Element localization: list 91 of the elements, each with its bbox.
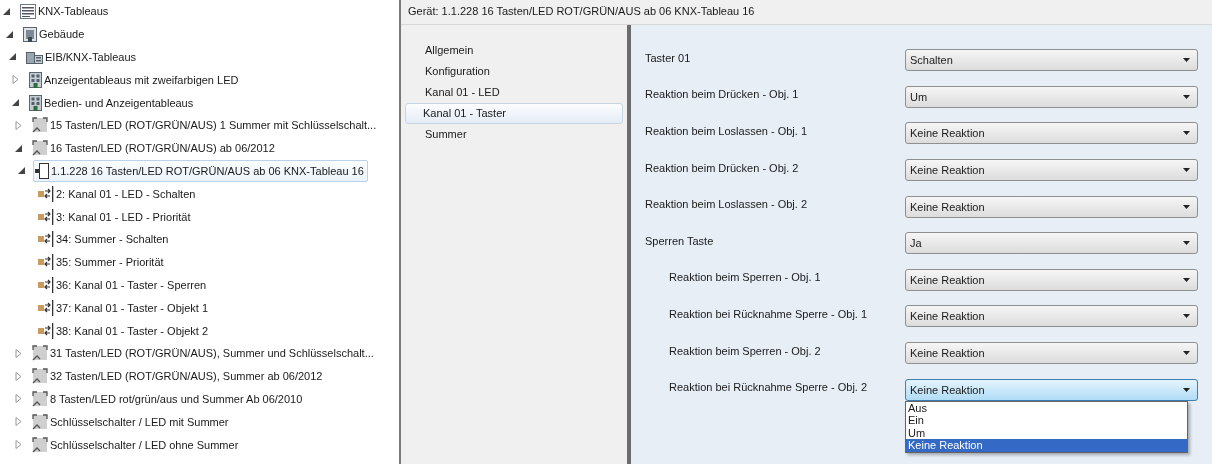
caret-icon [1183,241,1190,246]
parameter-label: Reaktion beim Sperren - Obj. 2 [668,344,821,357]
caret-icon [1183,351,1190,356]
caret-icon [1183,314,1190,319]
parameter-label: Taster 01 [645,51,691,64]
tree-item[interactable]: 2: Kanal 01 - LED - Schalten [36,182,200,205]
expanded-arrow-icon[interactable] [12,99,19,107]
parameter-label: Reaktion beim Loslassen - Obj. 1 [645,125,808,137]
tree-item[interactable]: 34: Summer - Schalten [36,228,173,251]
collapsed-arrow-icon[interactable] [15,348,22,358]
nav-item[interactable]: Kanal 01 - LED [405,82,623,103]
tree-item[interactable]: Bedien- und Anzeigentableaus [27,91,198,114]
tree-item[interactable]: KNX-Tableaus [18,0,113,23]
tree-item[interactable]: 36: Kanal 01 - Taster - Sperren [36,273,211,296]
tree-item[interactable]: 38: Kanal 01 - Taster - Objekt 2 [36,319,213,342]
product-icon [32,117,48,134]
expanded-arrow-icon[interactable] [9,53,16,61]
nav-item[interactable]: Summer [405,124,623,145]
expanded-arrow-icon[interactable] [15,144,22,152]
dropdown[interactable]: Keine Reaktion [905,159,1198,182]
tree-item[interactable]: Gebäude [21,23,89,46]
tree-item[interactable]: 15 Tasten/LED (ROT/GRÜN/AUS) 1 Summer mit Schlüsselschalt... [30,114,381,137]
tree-item[interactable]: 3: Kanal 01 - LED - Priorität [36,205,195,228]
nav-item[interactable]: Kanal 01 - Taster [405,103,623,124]
parameter-label: Sperren Taste [645,234,714,247]
dropdown[interactable]: Schalten [905,49,1198,72]
object-icon [38,185,54,202]
dropdown-option[interactable]: Keine Reaktion [906,439,1187,452]
object-icon [38,231,54,248]
product-icon [32,390,48,407]
building-icon [29,94,42,111]
parameter-label: Reaktion beim Drücken - Obj. 1 [645,88,799,101]
device-icon [35,162,49,179]
object-icon [38,208,54,225]
caret-icon [1183,58,1190,63]
object-icon [38,322,54,339]
tree-item[interactable]: 1.1.228 16 Tasten/LED ROT/GRÜN/AUS ab 06 KNX-Tableau 16 [33,159,368,182]
dropdown[interactable]: Keine Reaktion [905,195,1198,218]
dropdown[interactable]: Keine Reaktion [905,305,1198,328]
list-icon [20,3,36,19]
dropdown-option[interactable]: Ein [906,414,1187,427]
tree-item[interactable]: 8 Tasten/LED rot/grün/aus und Summer Ab 06/2010 [30,387,307,410]
parameter-label: Reaktion bei Rücknahme Sperre - Obj. 2 [668,381,868,394]
parameter-label: Reaktion beim Sperren - Obj. 1 [668,271,821,284]
dropdown[interactable]: Um [905,85,1198,108]
caret-icon [1183,168,1190,173]
product-icon [32,368,48,385]
tree-item[interactable]: 35: Summer - Priorität [36,251,168,274]
expanded-arrow-icon[interactable] [6,30,13,38]
collapsed-arrow-icon[interactable] [12,75,19,85]
dropdown[interactable]: Keine Reaktion [905,122,1198,145]
product-icon [32,345,48,362]
product-icon [32,413,48,430]
dropdown[interactable]: Keine Reaktion [905,268,1198,291]
buildings-icon [26,50,43,64]
parameter-label: Reaktion bei Rücknahme Sperre - Obj. 1 [668,307,868,320]
expanded-arrow-icon[interactable] [18,167,25,175]
tree-item[interactable]: 16 Tasten/LED (ROT/GRÜN/AUS) ab 06/2012 [30,137,279,160]
tree-item[interactable]: Anzeigentableaus mit zweifarbigen LED [27,68,243,91]
tree-item[interactable]: EIB/KNX-Tableaus [24,46,141,68]
collapsed-arrow-icon[interactable] [15,394,22,404]
product-icon [32,140,48,157]
collapsed-arrow-icon[interactable] [15,120,22,130]
building-icon [23,26,37,42]
dropdown[interactable]: Ja [905,232,1198,255]
tree-item[interactable]: 32 Tasten/LED (ROT/GRÜN/AUS), Summer ab 06/2012 [30,365,327,388]
object-icon [38,254,54,271]
building-icon [29,71,42,88]
dropdown-option[interactable]: Um [906,426,1187,440]
collapsed-arrow-icon[interactable] [15,371,22,381]
collapsed-arrow-icon[interactable] [15,440,22,450]
caret-icon [1183,277,1190,282]
nav-item[interactable]: Konfiguration [405,61,623,82]
collapsed-arrow-icon[interactable] [15,417,22,427]
parameter-label: Reaktion beim Drücken - Obj. 2 [645,161,799,174]
parameter-label: Reaktion beim Loslassen - Obj. 2 [645,198,808,211]
object-icon [38,299,54,316]
expanded-arrow-icon[interactable] [3,7,10,15]
caret-icon [1183,387,1190,392]
tree-item[interactable]: 31 Tasten/LED (ROT/GRÜN/AUS), Summer und Schlüsselschalt... [30,342,378,365]
tree-item[interactable]: Schlüsselschalter / LED ohne Summer [30,433,243,456]
product-icon [32,436,48,453]
caret-icon [1183,94,1190,99]
object-icon [38,276,54,293]
tree-item[interactable]: Schlüsselschalter / LED mit Summer [30,410,233,433]
tree-item[interactable]: 37: Kanal 01 - Taster - Objekt 1 [36,296,213,319]
nav-item[interactable]: Allgemein [405,40,623,61]
dropdown[interactable]: Keine Reaktion [905,342,1198,365]
dropdown-option[interactable]: Aus [906,401,1187,415]
caret-icon [1183,204,1190,209]
caret-icon [1183,131,1190,136]
